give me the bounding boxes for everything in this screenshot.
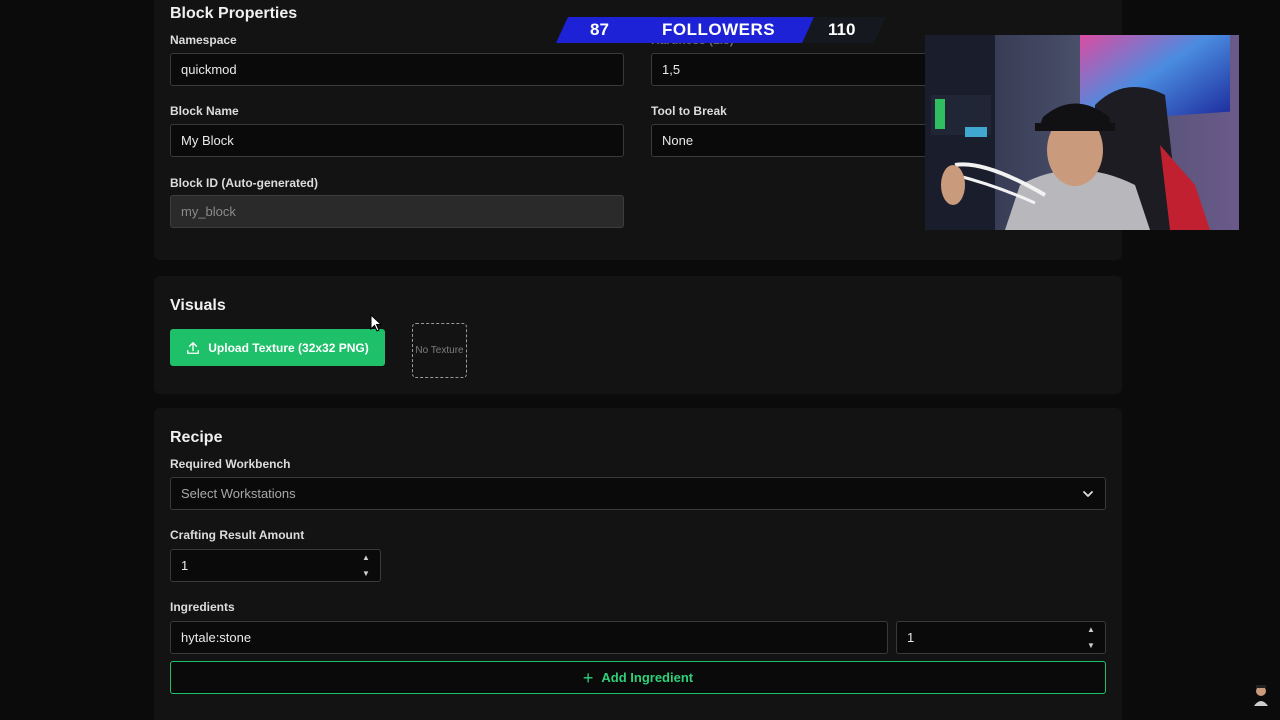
followers-current: 87 xyxy=(590,20,609,39)
block-name-label: Block Name xyxy=(170,104,239,118)
followers-goal-bar: 87 FOLLOWERS 110 xyxy=(556,17,886,43)
amount-stepper[interactable]: ▲ ▼ xyxy=(360,553,372,579)
qty-stepper[interactable]: ▲ ▼ xyxy=(1085,625,1097,651)
workbench-placeholder: Select Workstations xyxy=(181,486,296,501)
plus-icon: + xyxy=(582,667,594,688)
stepper-down-icon[interactable]: ▼ xyxy=(362,569,370,579)
visuals-heading: Visuals xyxy=(170,297,226,314)
ingredients-label: Ingredients xyxy=(170,600,235,614)
amount-value: 1 xyxy=(181,558,189,573)
webcam-overlay xyxy=(925,35,1239,230)
block-id-label: Block ID (Auto-generated) xyxy=(170,176,319,190)
workbench-label: Required Workbench xyxy=(170,457,291,471)
texture-preview: No Texture xyxy=(412,323,467,378)
block-id-input: my_block xyxy=(170,195,624,228)
recipe-heading: Recipe xyxy=(170,429,223,446)
amount-label: Crafting Result Amount xyxy=(170,528,305,542)
workbench-select[interactable]: Select Workstations xyxy=(170,477,1106,510)
upload-icon xyxy=(187,341,200,354)
namespace-label: Namespace xyxy=(170,33,237,47)
tool-to-break-select[interactable]: None xyxy=(651,124,951,157)
mouse-cursor-icon xyxy=(370,314,382,332)
webcam-image xyxy=(925,35,1239,230)
streamer-avatar-icon xyxy=(1254,685,1268,706)
followers-label: FOLLOWERS xyxy=(662,20,776,39)
stepper-up-icon[interactable]: ▲ xyxy=(1087,625,1095,635)
stepper-down-icon[interactable]: ▼ xyxy=(1087,641,1095,651)
chevron-down-icon xyxy=(1083,491,1093,497)
followers-goal: 110 xyxy=(828,20,856,39)
block-properties-heading: Block Properties xyxy=(170,5,298,22)
ingredient-qty-input[interactable]: 1 ▲ ▼ xyxy=(896,621,1106,654)
upload-texture-label: Upload Texture (32x32 PNG) xyxy=(208,340,369,355)
block-name-input[interactable]: My Block xyxy=(170,124,624,157)
amount-input[interactable]: 1 ▲ ▼ xyxy=(170,549,381,582)
ingredient-item-input[interactable]: hytale:stone xyxy=(170,621,888,654)
texture-preview-text: No Texture xyxy=(415,345,464,356)
add-ingredient-button[interactable]: + Add Ingredient xyxy=(170,661,1106,694)
add-ingredient-label: Add Ingredient xyxy=(601,670,694,685)
hardness-input[interactable]: 1,5 xyxy=(651,53,951,86)
stepper-up-icon[interactable]: ▲ xyxy=(362,553,370,563)
ingredient-qty-value: 1 xyxy=(907,630,915,645)
upload-texture-button[interactable]: Upload Texture (32x32 PNG) xyxy=(170,329,385,366)
tool-to-break-label: Tool to Break xyxy=(651,104,727,118)
namespace-input[interactable]: quickmod xyxy=(170,53,624,86)
